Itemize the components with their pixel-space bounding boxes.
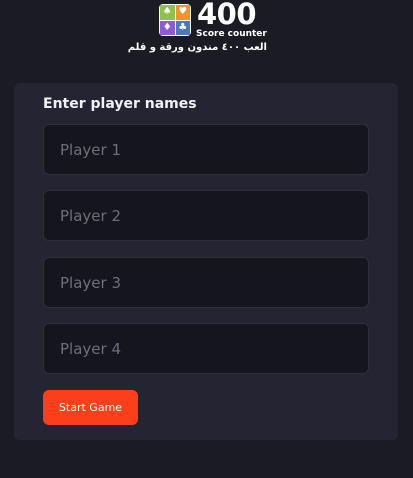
logo-arabic-tagline: العب ٤٠٠ مندون ورقة و قلم: [127, 42, 267, 53]
player-1-input[interactable]: [43, 124, 369, 175]
club-icon: ♣: [175, 20, 190, 35]
spade-icon: ♠: [160, 5, 175, 20]
diamond-icon: ♦: [160, 20, 175, 35]
player-form-card: Enter player names Start Game: [14, 83, 398, 440]
form-heading: Enter player names: [43, 96, 197, 112]
player-2-input[interactable]: [43, 190, 369, 241]
logo-subtitle: Score counter: [196, 29, 267, 39]
logo-number: 400: [197, 0, 257, 31]
start-game-button[interactable]: Start Game: [43, 390, 138, 425]
player-3-input[interactable]: [43, 257, 369, 308]
heart-icon: ♥: [175, 5, 190, 20]
app-logo: ♠ ♥ ♦ ♣ 400 Score counter العب ٤٠٠ مندون…: [128, 0, 269, 56]
player-4-input[interactable]: [43, 323, 369, 374]
suit-tiles: ♠ ♥ ♦ ♣: [159, 4, 191, 36]
